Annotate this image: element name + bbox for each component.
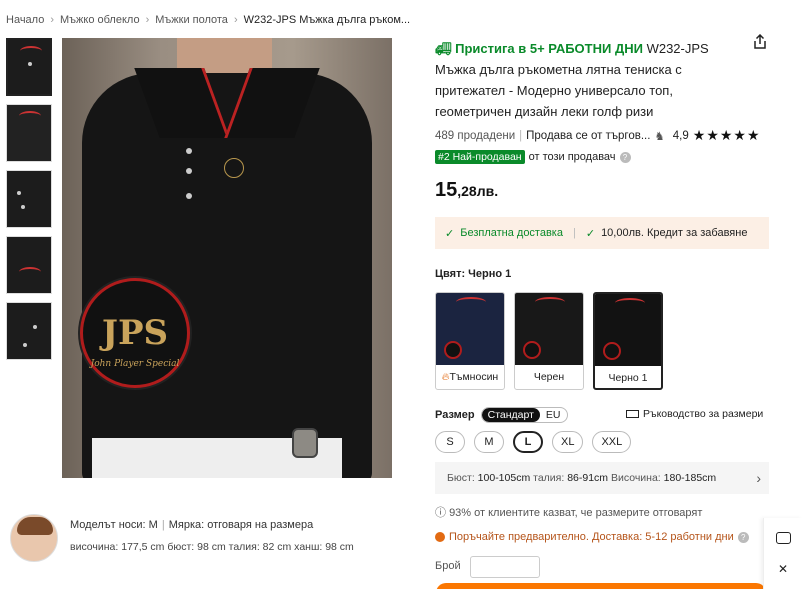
swatch-navy[interactable]: 🔥︎Тъмносин xyxy=(435,292,505,390)
size-guide-link[interactable]: Ръководство за размери xyxy=(626,408,763,420)
size-s[interactable]: S xyxy=(435,431,465,453)
size-l[interactable]: L xyxy=(513,431,543,453)
size-label: Размер xyxy=(435,409,475,421)
thumbnail-strip xyxy=(6,38,52,368)
truck-icon: 🚚︎ xyxy=(435,41,452,56)
swatch-black[interactable]: Черен xyxy=(514,292,584,390)
swatch-label: Черно 1 xyxy=(608,372,648,384)
size-m[interactable]: M xyxy=(474,431,504,453)
model-info: Моделът носи: M | Мярка: отговаря на разме… xyxy=(10,514,354,562)
breadcrumb-current: W232-JPS Мъжка дълга ръком... xyxy=(243,14,411,26)
size-xl[interactable]: XL xyxy=(552,431,584,453)
chevron-right-icon: › xyxy=(50,14,54,26)
free-shipping: Безплатна доставка xyxy=(460,227,563,239)
chevron-right-icon: › xyxy=(145,14,150,26)
size-options: S M L XL XXL xyxy=(435,431,632,453)
side-toolbar: ✕ xyxy=(763,518,802,589)
thumbnail-4[interactable] xyxy=(6,236,52,294)
watch xyxy=(292,428,318,458)
question-icon[interactable]: ? xyxy=(737,531,749,543)
delay-credit: 10,00лв. Кредит за забавяне xyxy=(601,227,748,239)
rating-value: 4,9 xyxy=(672,129,689,142)
store-link[interactable]: Продава се от търгов... xyxy=(526,130,650,142)
quantity-label: Брой xyxy=(435,560,461,572)
add-to-cart-button[interactable] xyxy=(436,583,766,589)
size-xxl[interactable]: XXL xyxy=(592,431,632,453)
thumbnail-1[interactable] xyxy=(6,38,52,96)
ruler-icon xyxy=(626,410,639,418)
thumbnail-5[interactable] xyxy=(6,302,52,360)
chat-icon[interactable] xyxy=(775,532,791,544)
main-product-image[interactable]: JPS John Player Special xyxy=(62,38,392,478)
bestseller-badge: #2 Най-продаван xyxy=(435,150,525,164)
brand-badge: JPS John Player Special xyxy=(80,278,190,388)
chevron-right-icon: › xyxy=(756,470,761,486)
price: 15,28лв. xyxy=(435,179,498,202)
thumbnail-3[interactable] xyxy=(6,170,52,228)
product-info: 🚚︎ Пристига в 5+ РАБОТНИ ДНИ W232-JPS Мъ… xyxy=(435,38,775,122)
logo-emblem xyxy=(224,158,244,178)
size-guide-text: Ръководство за размери xyxy=(643,408,764,420)
breadcrumb: Начало › Мъжко облекло › Мъжки полота › … xyxy=(6,14,410,26)
price-sub: ,28лв. xyxy=(457,183,499,199)
question-icon[interactable]: ? xyxy=(619,151,631,163)
info-icon: ⓘ xyxy=(435,507,446,519)
arrival-text: Пристига в 5+ РАБОТНИ ДНИ xyxy=(455,41,643,56)
swatch-label: Тъмносин xyxy=(449,371,499,383)
fit-note: ⓘ 93% от клиентите казват, че размерите … xyxy=(435,507,703,519)
model-fit: Мярка: отговаря на размера xyxy=(168,519,314,531)
model-avatar xyxy=(10,514,58,562)
badge-monogram: JPS xyxy=(101,313,169,353)
shipping-bar: ✓ Безплатна доставка | ✓ 10,00лв. Кредит… xyxy=(435,217,769,249)
size-row: Размер Стандарт EU xyxy=(435,407,568,423)
check-icon: ✓ xyxy=(585,227,596,240)
chevron-right-icon: › xyxy=(233,14,238,26)
color-label: Цвят: Черно 1 xyxy=(435,268,512,280)
swatch-label: Черен xyxy=(533,371,565,383)
product-meta: 489 продадени | Продава се от търгов... … xyxy=(435,127,761,144)
swatch-black-1[interactable]: Черно 1 xyxy=(593,292,663,390)
horse-icon: ♞ xyxy=(654,130,665,143)
price-main: 15 xyxy=(435,179,458,201)
model-size: Моделът носи: M xyxy=(70,519,158,531)
color-swatches: 🔥︎Тъмносин Черен Черно 1 xyxy=(435,292,663,390)
model-measurements: височина: 177,5 cm бюст: 98 cm талия: 82… xyxy=(70,541,354,553)
size-measurements[interactable]: Бюст: 100-105cm талия: 86-91cm Височина:… xyxy=(435,462,769,494)
sold-count: 489 продадени xyxy=(435,129,516,142)
size-eu[interactable]: EU xyxy=(540,408,567,422)
breadcrumb-mens-polos[interactable]: Мъжки полота xyxy=(155,14,228,26)
thumbnail-2[interactable] xyxy=(6,104,52,162)
size-system-toggle: Стандарт EU xyxy=(480,407,568,423)
size-standard[interactable]: Стандарт xyxy=(481,408,540,422)
preorder-note: Поръчайте предварително. Доставка: 5-12 … xyxy=(435,531,749,543)
check-icon: ✓ xyxy=(445,227,455,240)
product-title: 🚚︎ Пристига в 5+ РАБОТНИ ДНИ W232-JPS Мъ… xyxy=(435,38,740,122)
rating-stars[interactable]: ★★★★★ xyxy=(693,127,761,144)
breadcrumb-home[interactable]: Начало xyxy=(6,14,44,26)
bestseller-row: #2 Най-продаван от този продавач ? xyxy=(435,150,631,164)
breadcrumb-mens-clothing[interactable]: Мъжко облекло xyxy=(60,14,140,26)
clock-icon xyxy=(435,532,445,542)
close-icon[interactable]: ✕ xyxy=(764,562,802,576)
quantity-select[interactable] xyxy=(470,556,540,578)
badge-text: John Player Special xyxy=(90,359,180,369)
bestseller-text: от този продавач xyxy=(528,151,616,163)
share-icon[interactable] xyxy=(752,34,768,50)
